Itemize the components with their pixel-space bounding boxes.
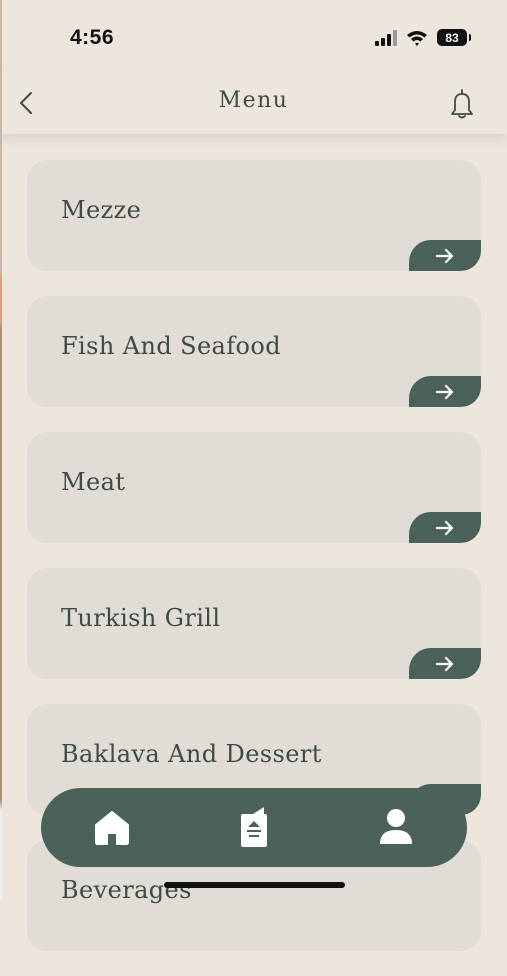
edge-strip — [0, 0, 2, 900]
category-label: Mezze — [61, 196, 142, 224]
home-indicator[interactable] — [164, 882, 345, 888]
nav-profile[interactable] — [374, 805, 418, 849]
status-icons: 83 — [375, 29, 471, 46]
battery-indicator: 83 — [437, 29, 471, 46]
arrow-right-icon — [435, 656, 454, 671]
category-card-turkish-grill[interactable]: Turkish Grill — [27, 568, 481, 679]
status-time: 4:56 — [70, 26, 115, 49]
category-card-mezze[interactable]: Mezze — [27, 160, 481, 271]
category-label: Baklava And Dessert — [61, 740, 322, 768]
arrow-right-icon — [435, 520, 454, 535]
category-label: Turkish Grill — [61, 604, 221, 632]
status-bar: 4:56 83 — [0, 0, 507, 70]
bell-icon[interactable] — [447, 88, 477, 120]
arrow-right-button[interactable] — [409, 648, 481, 679]
category-label: Fish And Seafood — [61, 332, 282, 360]
nav-home[interactable] — [90, 805, 134, 849]
arrow-right-button[interactable] — [409, 512, 481, 543]
battery-level: 83 — [445, 30, 459, 45]
arrow-right-button[interactable] — [409, 240, 481, 271]
category-card-fish-and-seafood[interactable]: Fish And Seafood — [27, 296, 481, 407]
menu-icon — [241, 807, 267, 847]
page-title: Menu — [218, 88, 289, 113]
signal-icon — [375, 29, 397, 46]
home-icon — [95, 811, 129, 845]
arrow-right-icon — [435, 248, 454, 263]
category-label: Meat — [61, 468, 126, 496]
nav-menu[interactable] — [232, 805, 276, 849]
app-header: Menu — [0, 70, 507, 134]
bottom-nav — [41, 788, 467, 867]
arrow-right-icon — [435, 384, 454, 399]
wifi-icon — [407, 30, 427, 46]
profile-icon — [380, 809, 412, 844]
arrow-right-button[interactable] — [409, 376, 481, 407]
category-card-meat[interactable]: Meat — [27, 432, 481, 543]
